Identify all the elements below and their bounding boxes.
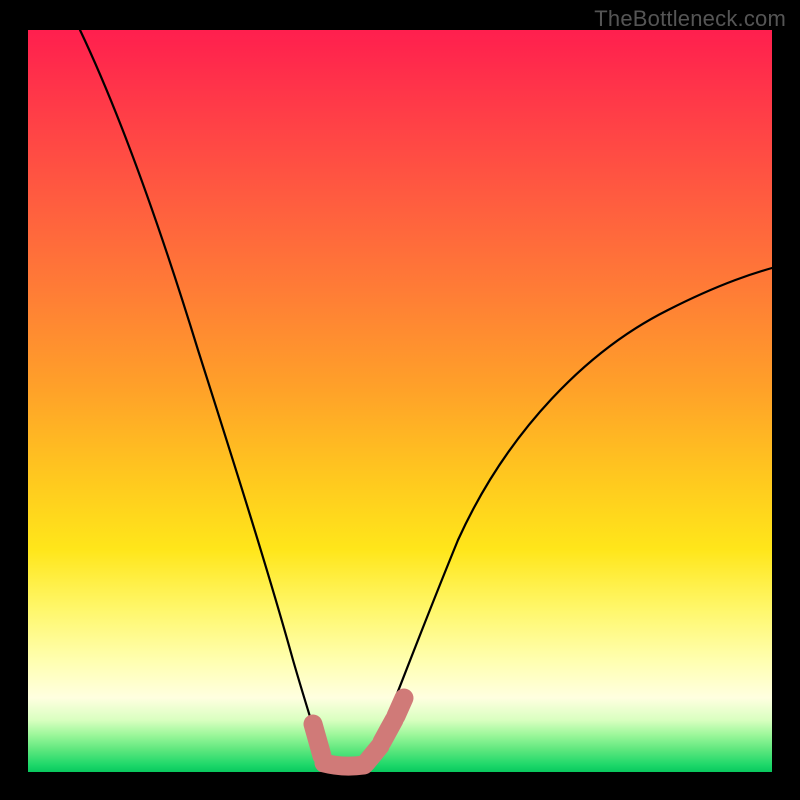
plot-area bbox=[28, 30, 772, 772]
valley-marker-left bbox=[313, 724, 322, 756]
chart-stage: TheBottleneck.com bbox=[0, 0, 800, 800]
curve-overlay bbox=[28, 30, 772, 772]
valley-marker-right-3 bbox=[396, 698, 404, 716]
left-curve-path bbox=[80, 30, 322, 757]
watermark-text: TheBottleneck.com bbox=[594, 6, 786, 32]
right-curve-path bbox=[374, 268, 772, 750]
